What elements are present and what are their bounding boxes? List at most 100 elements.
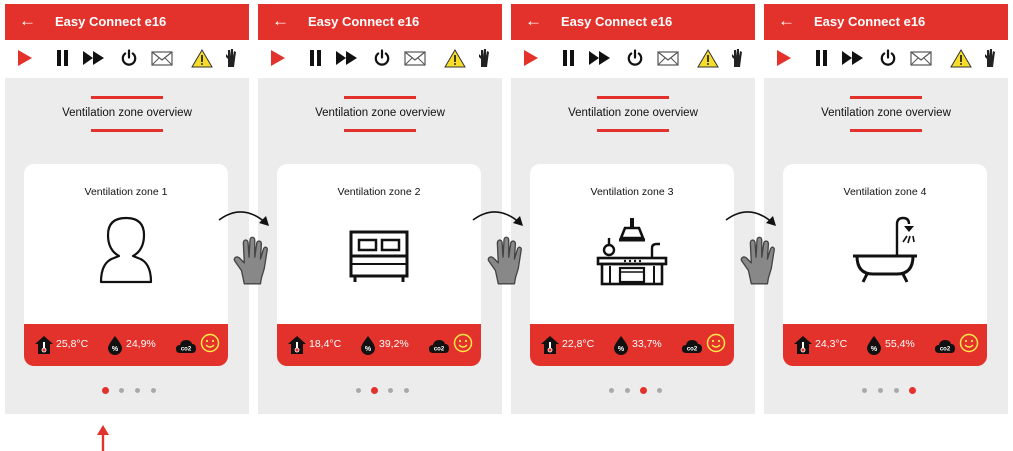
power-icon[interactable] xyxy=(879,48,897,73)
play-icon[interactable] xyxy=(775,48,793,73)
page-dot[interactable] xyxy=(862,388,867,393)
humidity-value: 39,2% xyxy=(379,338,409,350)
power-icon[interactable] xyxy=(626,48,644,73)
mail-icon[interactable] xyxy=(656,48,680,73)
app-header: ← Easy Connect e16 xyxy=(511,4,755,40)
section-title: Ventilation zone overview xyxy=(62,107,192,119)
page-dot[interactable] xyxy=(609,388,614,393)
play-icon[interactable] xyxy=(522,48,540,73)
back-arrow-icon[interactable]: ← xyxy=(272,11,289,31)
smiley-icon xyxy=(200,333,220,358)
zone-status-bar: 22,8°C% 33,7% co2 xyxy=(530,324,734,366)
temperature-value: 18,4°C xyxy=(309,338,342,350)
smiley-icon xyxy=(959,333,979,358)
hand-icon[interactable] xyxy=(224,48,238,73)
humidity-value: 24,9% xyxy=(126,338,156,350)
app-header: ← Easy Connect e16 xyxy=(5,4,249,40)
play-icon[interactable] xyxy=(16,48,34,73)
page-dot[interactable] xyxy=(404,388,409,393)
bed-icon xyxy=(339,208,419,293)
page-dot[interactable] xyxy=(371,387,378,394)
page-dot[interactable] xyxy=(102,387,109,394)
humidity-drop-icon: % xyxy=(866,335,882,360)
svg-text:%: % xyxy=(618,346,625,353)
page-indicator xyxy=(5,387,249,398)
page-dot[interactable] xyxy=(640,387,647,394)
humidity-drop-icon: % xyxy=(360,335,376,360)
svg-text:co2: co2 xyxy=(434,347,445,353)
page-dot[interactable] xyxy=(625,388,630,393)
zone-name: Ventilation zone 3 xyxy=(590,186,674,198)
fast-forward-icon[interactable] xyxy=(82,48,106,73)
section-heading: Ventilation zone overview xyxy=(5,96,249,132)
page-indicator xyxy=(511,387,755,398)
page-dot[interactable] xyxy=(657,388,662,393)
toolbar xyxy=(764,40,1008,78)
toolbar xyxy=(511,40,755,78)
heading-top-line xyxy=(850,96,922,99)
hand-icon[interactable] xyxy=(730,48,744,73)
hand-icon[interactable] xyxy=(477,48,491,73)
page-dot[interactable] xyxy=(119,388,124,393)
zone-card[interactable]: Ventilation zone 3 22,8°C% 33,7% co2 xyxy=(530,164,734,366)
page-dot[interactable] xyxy=(388,388,393,393)
temperature-value: 22,8°C xyxy=(562,338,595,350)
fast-forward-icon[interactable] xyxy=(588,48,612,73)
humidity-value: 55,4% xyxy=(885,338,915,350)
mail-icon[interactable] xyxy=(403,48,427,73)
co2-cloud-icon: co2 xyxy=(681,338,703,359)
hand-icon[interactable] xyxy=(983,48,997,73)
fast-forward-icon[interactable] xyxy=(335,48,359,73)
humidity-value: 33,7% xyxy=(632,338,662,350)
warning-icon[interactable] xyxy=(444,48,466,73)
pause-icon[interactable] xyxy=(308,48,322,73)
temperature-value: 24,3°C xyxy=(815,338,848,350)
page-dot[interactable] xyxy=(135,388,140,393)
pause-icon[interactable] xyxy=(55,48,69,73)
pause-icon[interactable] xyxy=(814,48,828,73)
phone-screen: ← Easy Connect e16 Ventilation zone overvi… xyxy=(511,4,755,414)
back-arrow-icon[interactable]: ← xyxy=(525,11,542,31)
heading-top-line xyxy=(597,96,669,99)
page-dot[interactable] xyxy=(356,388,361,393)
warning-icon[interactable] xyxy=(191,48,213,73)
svg-text:%: % xyxy=(871,346,878,353)
pause-icon[interactable] xyxy=(561,48,575,73)
swipe-gesture-icon xyxy=(218,211,269,285)
fast-forward-icon[interactable] xyxy=(841,48,865,73)
section-heading: Ventilation zone overview xyxy=(511,96,755,132)
temperature-value: 25,8°C xyxy=(56,338,89,350)
svg-text:co2: co2 xyxy=(940,347,951,353)
person-icon xyxy=(86,208,166,293)
svg-text:co2: co2 xyxy=(181,347,192,353)
mail-icon[interactable] xyxy=(150,48,174,73)
thermometer-house-icon xyxy=(540,335,560,360)
heading-top-line xyxy=(344,96,416,99)
co2-cloud-icon: co2 xyxy=(934,338,956,359)
toolbar xyxy=(5,40,249,78)
svg-text:co2: co2 xyxy=(687,347,698,353)
mail-icon[interactable] xyxy=(909,48,933,73)
page-dot[interactable] xyxy=(878,388,883,393)
warning-icon[interactable] xyxy=(950,48,972,73)
page-dot[interactable] xyxy=(894,388,899,393)
smiley-icon xyxy=(453,333,473,358)
warning-icon[interactable] xyxy=(697,48,719,73)
svg-text:%: % xyxy=(112,346,119,353)
heading-top-line xyxy=(91,96,163,99)
page-indicator xyxy=(764,387,1008,398)
back-arrow-icon[interactable]: ← xyxy=(19,11,36,31)
section-title: Ventilation zone overview xyxy=(821,107,951,119)
app-title: Easy Connect e16 xyxy=(561,14,673,29)
zone-name: Ventilation zone 2 xyxy=(337,186,421,198)
back-arrow-icon[interactable]: ← xyxy=(778,11,795,31)
play-icon[interactable] xyxy=(269,48,287,73)
power-icon[interactable] xyxy=(120,48,138,73)
phone-screen: ← Easy Connect e16 Ventilation zone overvi… xyxy=(258,4,502,414)
zone-card[interactable]: Ventilation zone 1 25,8°C% 24,9% co2 xyxy=(24,164,228,366)
zone-card[interactable]: Ventilation zone 4 24,3°C% 55,4% co2 xyxy=(783,164,987,366)
page-dot[interactable] xyxy=(909,387,916,394)
power-icon[interactable] xyxy=(373,48,391,73)
page-dot[interactable] xyxy=(151,388,156,393)
zone-card[interactable]: Ventilation zone 2 18,4°C% 39,2% co2 xyxy=(277,164,481,366)
